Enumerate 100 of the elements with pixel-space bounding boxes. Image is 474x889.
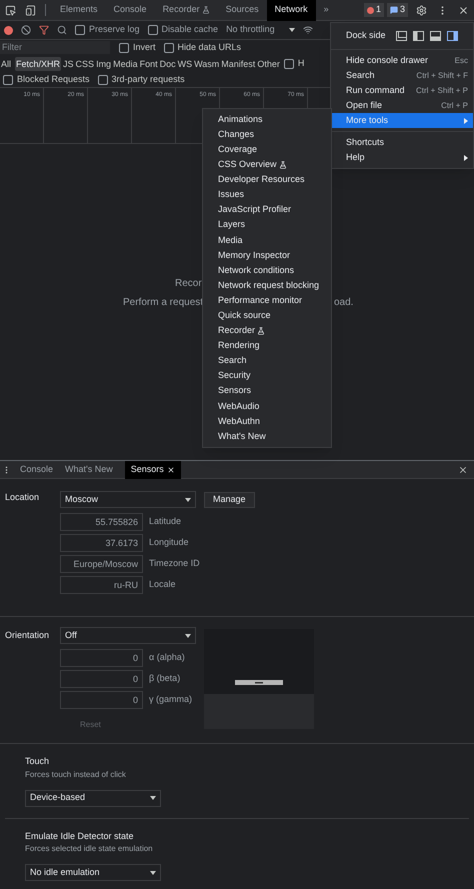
error-count[interactable]: 1 (364, 3, 384, 17)
dropdown[interactable]: Off (60, 627, 196, 644)
menu-item[interactable]: Issues (203, 187, 331, 203)
type-filter[interactable]: Other (256, 56, 281, 70)
menu-item[interactable]: Security (203, 368, 331, 384)
close-icon[interactable] (458, 4, 469, 16)
filter-field[interactable]: Filter (0, 41, 110, 54)
empty-state-text: Perform a request (123, 296, 204, 310)
filter-icon[interactable] (39, 25, 49, 35)
menu-item[interactable]: Quick source (203, 308, 331, 324)
tab[interactable]: Sources (218, 0, 267, 20)
tab[interactable]: Elements (52, 0, 106, 20)
menu-item[interactable]: Memory Inspector (203, 248, 331, 263)
menu-item[interactable]: Network request blocking (203, 278, 331, 294)
dock-position-icon[interactable] (430, 31, 441, 41)
menu-item[interactable]: What's New (203, 428, 331, 444)
menu-item[interactable]: Hide console drawer Esc (331, 53, 473, 68)
menu-item[interactable]: Coverage (203, 142, 331, 158)
menu-item[interactable]: Animations (203, 112, 331, 128)
dropdown[interactable]: Device-based (25, 790, 161, 806)
field-label: Latitude (149, 514, 182, 528)
menu-item[interactable]: Layers (203, 218, 331, 233)
tab[interactable]: Console (106, 0, 155, 20)
input-field[interactable]: 0 (60, 670, 143, 688)
tab[interactable]: Console (14, 460, 60, 478)
type-filter[interactable]: All (0, 56, 12, 70)
menu-item[interactable]: Sensors (203, 384, 331, 399)
clear-icon[interactable] (21, 25, 31, 35)
menu-item[interactable]: Search (203, 354, 331, 369)
menu-item[interactable]: Help (331, 150, 473, 165)
type-filter[interactable]: Fetch/XHR (15, 56, 62, 70)
field-label: Timezone ID (149, 556, 200, 570)
message-count[interactable]: 3 (386, 3, 408, 17)
menu-item[interactable]: Open file Ctrl + P (331, 98, 473, 113)
section-label: Orientation (5, 629, 50, 642)
field-label: β (beta) (149, 672, 180, 685)
menu-item[interactable]: WebAudio (203, 398, 331, 414)
dropdown[interactable]: Moscow (60, 491, 196, 508)
tab[interactable]: » (316, 0, 337, 20)
section-title: Emulate Idle Detector state (25, 830, 135, 842)
inspect-icon[interactable] (5, 4, 16, 16)
checkbox-label: H (298, 56, 304, 70)
type-filter[interactable]: Img (95, 56, 112, 70)
field-label: Locale (149, 578, 176, 591)
type-filter[interactable]: Doc (158, 56, 177, 70)
manage-button[interactable]: Manage (204, 492, 255, 508)
menu-item[interactable]: CSS Overview (203, 157, 331, 172)
menu-item[interactable]: Changes (203, 127, 331, 142)
menu-item[interactable]: Search Ctrl + Shift + F (331, 68, 473, 83)
tab[interactable]: Sensors (124, 460, 181, 478)
section-description: Forces selected idle state emulation (25, 843, 154, 855)
dock-position-icon[interactable] (413, 31, 424, 41)
checkbox-label: Hide data URLs (178, 40, 242, 54)
checkbox[interactable] (284, 58, 294, 68)
type-filter[interactable]: WS (176, 56, 194, 70)
close-icon[interactable] (166, 466, 175, 474)
menu-item[interactable]: Network conditions (203, 262, 331, 278)
input-field[interactable]: 55.755826 (60, 512, 143, 530)
menu-item[interactable]: JavaScript Profiler (203, 202, 331, 218)
type-filter[interactable]: CSS (74, 56, 96, 70)
checkbox[interactable] (148, 25, 158, 35)
menu-item[interactable]: Shortcuts (331, 135, 473, 150)
device-icon[interactable] (25, 4, 36, 16)
checkbox[interactable] (3, 74, 13, 84)
menu-item[interactable]: More tools (331, 113, 473, 128)
search-icon[interactable] (57, 25, 67, 35)
dropdown[interactable]: No idle emulation (25, 864, 161, 881)
type-filter[interactable]: Wasm (193, 56, 220, 70)
network-conditions-icon[interactable] (302, 25, 313, 35)
throttling-dropdown[interactable]: No throttling (226, 23, 295, 37)
dock-position-icon[interactable] (396, 31, 407, 41)
menu-item[interactable]: Rendering (203, 338, 331, 354)
record-icon[interactable] (4, 26, 13, 34)
menu-item[interactable]: WebAuthn (203, 414, 331, 429)
tab[interactable]: What's New (59, 460, 119, 478)
input-field[interactable]: ru-RU (60, 576, 143, 594)
menu-item[interactable]: Recorder (203, 323, 331, 338)
close-icon[interactable] (458, 464, 468, 474)
menu-item[interactable]: Performance monitor (203, 293, 331, 308)
checkbox[interactable] (119, 42, 129, 52)
input-field[interactable]: 37.6173 (60, 534, 143, 552)
input-field[interactable]: Europe/Moscow (60, 554, 143, 572)
input-field[interactable]: 0 (60, 690, 143, 708)
menu-item[interactable]: Media (203, 232, 331, 248)
input-field[interactable]: 0 (60, 648, 143, 666)
checkbox[interactable] (98, 74, 108, 84)
field-label: Longitude (149, 536, 189, 549)
tab[interactable]: Network (266, 0, 316, 20)
menu-item[interactable]: Run command Ctrl + Shift + P (331, 83, 473, 98)
tab[interactable]: Recorder (154, 0, 218, 20)
checkbox[interactable] (164, 42, 174, 52)
type-filter[interactable]: Media (112, 56, 139, 70)
menu-item[interactable]: Developer Resources (203, 172, 331, 188)
type-filter[interactable]: JS (62, 56, 75, 70)
caret-icon (288, 28, 295, 32)
type-filter[interactable]: Font (138, 56, 159, 70)
type-filter[interactable]: Manifest (220, 56, 256, 70)
settings-icon[interactable] (416, 4, 427, 16)
dock-position-icon[interactable] (447, 31, 458, 41)
checkbox[interactable] (75, 25, 85, 35)
